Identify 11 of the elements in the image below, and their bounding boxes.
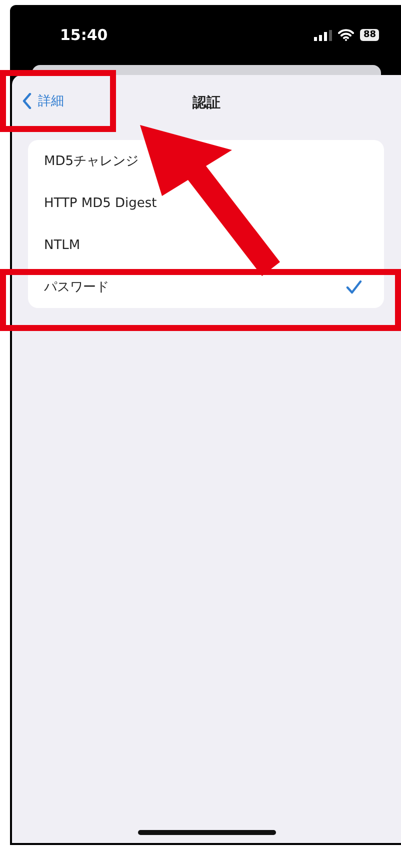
- option-row[interactable]: MD5チャレンジ: [28, 140, 384, 182]
- screen-title: 認証: [192, 94, 220, 112]
- battery-level: 88: [360, 29, 379, 41]
- back-button[interactable]: 詳細: [22, 92, 64, 110]
- option-row[interactable]: パスワード: [28, 266, 384, 308]
- signal-icon: [314, 30, 332, 40]
- wifi-icon: [338, 29, 354, 41]
- status-time: 15:40: [60, 26, 108, 44]
- option-row[interactable]: NTLM: [28, 224, 384, 266]
- chevron-left-icon: [22, 93, 32, 109]
- option-row[interactable]: HTTP MD5 Digest: [28, 182, 384, 224]
